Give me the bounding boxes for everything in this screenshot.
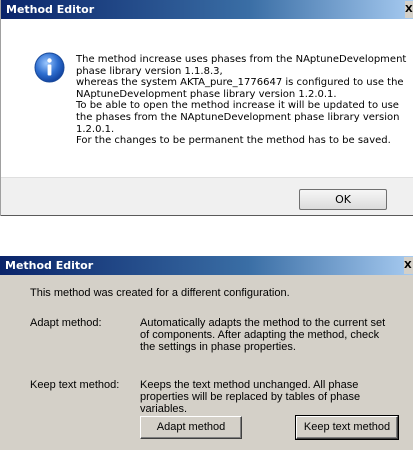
ok-button[interactable]: OK [299, 189, 387, 210]
description-line: Automatically adapts the method to the c… [140, 317, 386, 329]
description-line: variables. [140, 403, 188, 415]
description-line: the settings in phase properties. [140, 341, 296, 353]
adapt-method-description: Automatically adapts the method to the c… [140, 317, 385, 353]
keep-text-method-label: Keep text method: [30, 379, 120, 391]
message-line: For the changes to be permanent the meth… [76, 135, 391, 147]
close-icon[interactable]: X [404, 257, 413, 274]
divider [1, 215, 413, 216]
keep-text-method-button[interactable]: Keep text method [295, 415, 399, 440]
description-line: of components. After adapting the method… [140, 329, 380, 341]
info-message: The method increase uses phases from the… [76, 54, 407, 147]
divider [1, 177, 413, 178]
dialog-title: Method Editor [5, 259, 94, 272]
dialog-body: This method was created for a different … [0, 275, 413, 450]
method-editor-config-dialog: Method Editor X This method was created … [0, 256, 413, 450]
title-bar: Method Editor X [1, 0, 413, 19]
description-line: Keeps the text method unchanged. All pha… [140, 379, 359, 391]
keep-text-method-description: Keeps the text method unchanged. All pha… [140, 379, 360, 415]
message-line: 1.2.0.1. [76, 123, 115, 135]
message-line: The method increase uses phases from the… [76, 54, 407, 65]
message-line: whereas the system AKTA_pure_1776647 is … [76, 77, 404, 89]
intro-text: This method was created for a different … [30, 287, 290, 299]
adapt-method-label: Adapt method: [30, 317, 102, 329]
message-line: NAptuneDevelopment phase library version… [76, 88, 337, 100]
method-editor-info-dialog: Method Editor X The method increase uses… [0, 0, 413, 216]
title-bar: Method Editor X [0, 256, 413, 275]
message-line: the phases from the NAptuneDevelopment p… [76, 111, 400, 123]
message-area: The method increase uses phases from the… [1, 19, 413, 177]
message-line: phase library version 1.1.8.3, [76, 65, 223, 77]
description-line: properties will be replaced by tables of… [140, 391, 361, 403]
dialog-title: Method Editor [6, 3, 95, 16]
information-icon [34, 52, 65, 83]
close-icon[interactable]: X [405, 1, 413, 18]
adapt-method-button[interactable]: Adapt method [140, 416, 242, 439]
message-line: To be able to open the method increase i… [76, 100, 399, 112]
